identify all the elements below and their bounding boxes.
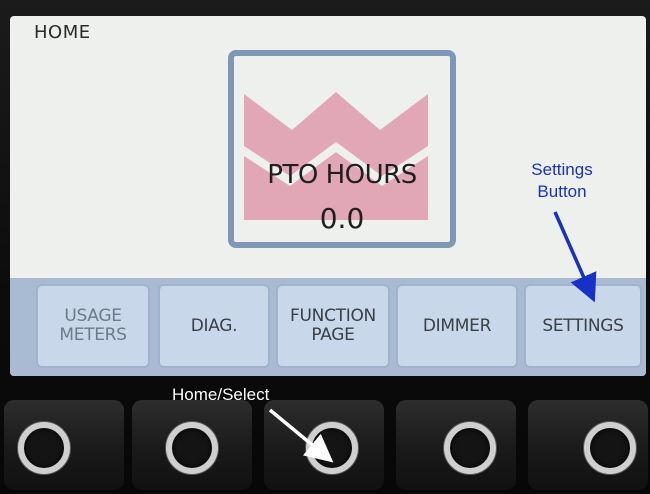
annotation-arrows: [268, 211, 597, 463]
settings-arrow-icon: [553, 211, 597, 303]
home-select-arrow-icon: [268, 408, 334, 463]
